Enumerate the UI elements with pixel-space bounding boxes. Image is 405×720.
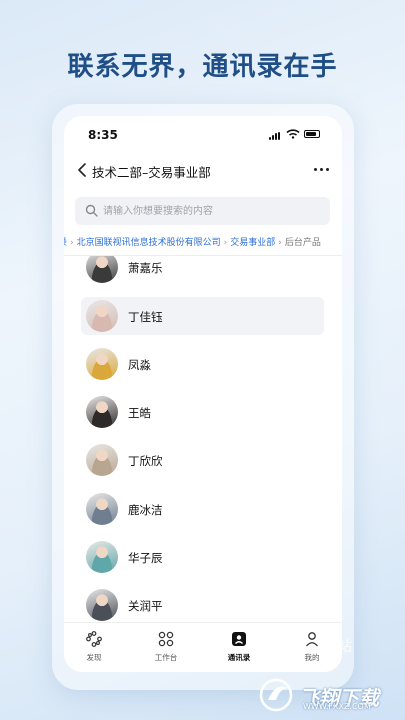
breadcrumb-current: 后台产品: [284, 238, 321, 248]
contact-row[interactable]: 华子辰: [64, 537, 342, 577]
watermark-sub: WWW.FXXZ.COM: [303, 702, 371, 711]
breadcrumb: 录›北京国联视讯信息技术股份有限公司›交易事业部›后台产品: [64, 233, 342, 251]
contact-name: 关润平: [128, 599, 163, 613]
contact-name: 鹿冰洁: [128, 503, 163, 517]
contact-row-selected[interactable]: 丁佳钰: [81, 297, 324, 335]
discover-icon: [86, 631, 102, 647]
headline: 联系无界，通讯录在手: [67, 52, 338, 82]
contact-row[interactable]: 关润平: [64, 585, 342, 622]
workbench-icon: [158, 631, 174, 647]
contact-name: 丁欣欣: [128, 454, 163, 468]
wifi-icon: [286, 129, 300, 139]
contact-list: 萧嘉乐 丁佳钰 凤淼 王皓 丁欣欣 鹿冰洁 华子辰 关润平: [64, 256, 342, 622]
tab-contacts[interactable]: 通讯录: [209, 623, 269, 672]
tab-label: 工作台: [154, 653, 178, 662]
search-input[interactable]: [103, 203, 323, 219]
battery-icon: [304, 130, 320, 138]
contact-row[interactable]: 萧嘉乐: [64, 256, 342, 287]
contact-row[interactable]: 王皓: [64, 392, 342, 432]
nav-bar: 技术二部–交易事业部: [64, 152, 342, 188]
tab-discover[interactable]: 发现: [64, 623, 124, 672]
tab-label: 通讯录: [227, 653, 251, 662]
search-bar[interactable]: [75, 197, 330, 225]
signal-icon: [269, 132, 283, 140]
contact-row[interactable]: 丁欣欣: [64, 440, 342, 480]
avatar: [86, 541, 118, 573]
tab-bar: 发现 工作台 通讯录 我的: [64, 622, 342, 672]
breadcrumb-item[interactable]: 北京国联视讯信息技术股份有限公司: [77, 238, 221, 248]
tab-label: 我的: [304, 653, 320, 662]
nav-title: 技术二部–交易事业部: [92, 165, 211, 180]
contact-name: 丁佳钰: [128, 310, 163, 324]
avatar: [86, 444, 118, 476]
more-icon[interactable]: [314, 168, 330, 172]
avatar: [86, 348, 118, 380]
profile-icon: [306, 632, 318, 647]
status-bar: 8:35: [64, 116, 342, 152]
contact-name: 王皓: [128, 406, 151, 420]
avatar: [86, 589, 118, 621]
watermark-ghost: 站: [338, 639, 352, 655]
search-icon: [85, 204, 98, 217]
breadcrumb-item[interactable]: 交易事业部: [230, 238, 275, 248]
contact-name: 华子辰: [128, 551, 163, 565]
contact-name: 凤淼: [128, 358, 151, 372]
contact-row[interactable]: 凤淼: [64, 344, 342, 384]
watermark-logo-icon: [259, 678, 293, 712]
avatar: [86, 396, 118, 428]
phone-screen: 8:35 技术二部–交易事业部 录›北京国联视讯信息技术股份有限公司›交易事业部…: [64, 116, 342, 672]
watermark: 飞翔下载 WWW.FXXZ.COM: [259, 678, 399, 712]
tab-workbench[interactable]: 工作台: [136, 623, 196, 672]
chevron-right-icon: ›: [223, 238, 228, 248]
contact-row[interactable]: 鹿冰洁: [64, 489, 342, 529]
avatar: [86, 300, 118, 332]
avatar: [86, 493, 118, 525]
status-time: 8:35: [88, 128, 118, 142]
tab-profile[interactable]: 我的: [282, 623, 342, 672]
tab-label: 发现: [86, 653, 102, 662]
chevron-right-icon: ›: [278, 238, 282, 248]
chevron-right-icon: ›: [70, 238, 74, 248]
avatar: [86, 256, 118, 283]
contacts-icon: [232, 632, 246, 646]
contact-name: 萧嘉乐: [128, 261, 163, 275]
back-arrow-icon[interactable]: [76, 162, 90, 178]
